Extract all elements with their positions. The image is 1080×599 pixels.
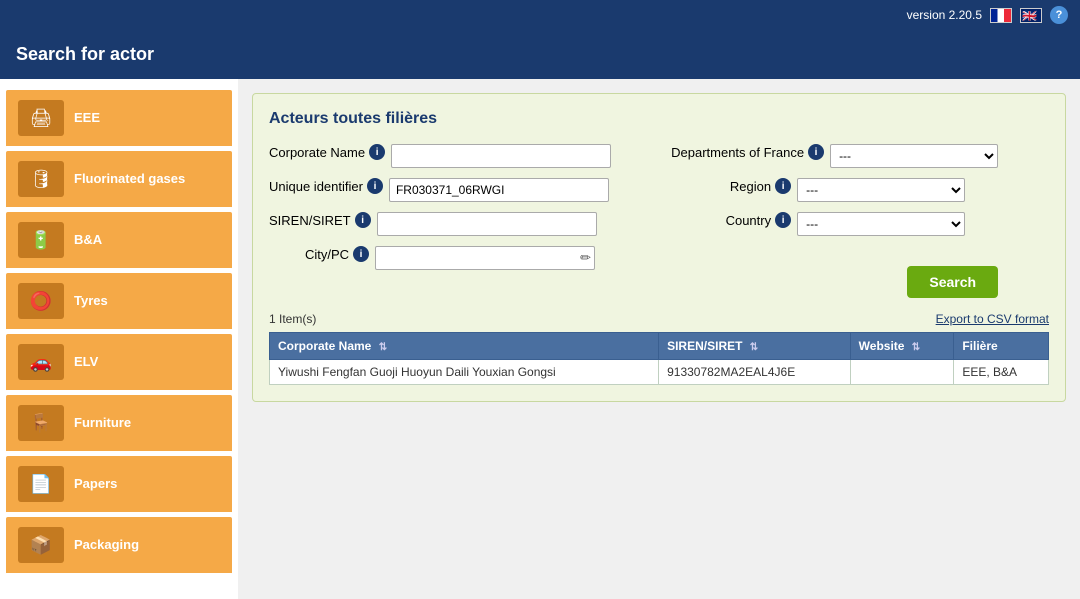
unique-identifier-input[interactable] [389,178,609,202]
panel-title: Acteurs toutes filières [269,110,1049,128]
search-button[interactable]: Search [907,266,998,298]
sidebar-item-papers[interactable]: 📄 Papers [6,456,232,514]
city-input[interactable] [375,246,595,270]
table-row: Yiwushi Fengfan Guoji Huoyun Daili Youxi… [270,360,1049,385]
city-edit-icon[interactable]: ✏ [580,250,591,266]
city-info-icon[interactable]: i [353,246,369,262]
departments-group: Departments of France i --- [671,144,998,168]
country-select[interactable]: --- [797,212,965,236]
region-info-icon[interactable]: i [775,178,791,194]
sidebar-label-tyres: Tyres [74,293,108,309]
sidebar-item-elv[interactable]: 🚗 ELV [6,334,232,392]
sidebar-icon-elv: 🚗 [18,344,64,380]
siren-input[interactable] [377,212,597,236]
unique-identifier-group: Unique identifier i [269,178,611,202]
city-group: City/PC i ✏ [269,246,611,270]
sidebar-label-ba: B&A [74,232,102,248]
export-csv-link[interactable]: Export to CSV format [936,312,1049,326]
sidebar-icon-fluorinated-gases: 🛢 [18,161,64,197]
sidebar-icon-packaging: 📦 [18,527,64,563]
results-header: 1 Item(s) Export to CSV format [269,312,1049,326]
sidebar-label-packaging: Packaging [74,537,139,553]
sidebar-icon-EEE: 🖨 [18,100,64,136]
corporate-name-input[interactable] [391,144,611,168]
region-group: Region i --- [671,178,998,202]
help-icon[interactable]: ? [1050,6,1068,24]
unique-identifier-info-icon[interactable]: i [367,178,383,194]
sidebar-label-elv: ELV [74,354,98,370]
sort-website-icon[interactable]: ⇅ [912,342,920,353]
sidebar-icon-furniture: 🪑 [18,405,64,441]
sort-corporate-name-icon[interactable]: ⇅ [379,342,387,353]
col-siren-siret-label: SIREN/SIRET [667,339,742,353]
version-label: version 2.20.5 [907,8,982,22]
sidebar-item-packaging[interactable]: 📦 Packaging [6,517,232,575]
sidebar-icon-papers: 📄 [18,466,64,502]
corporate-name-label: Corporate Name [269,145,365,160]
english-flag-icon[interactable] [1020,8,1042,23]
col-website-label: Website [859,339,905,353]
content-area: Acteurs toutes filières Corporate Name i [238,79,1080,599]
col-corporate-name-label: Corporate Name [278,339,371,353]
cell-siren-0: 91330782MA2EAL4J6E [659,360,851,385]
col-filiere-label: Filière [962,339,997,353]
cell-corporate-name-0: Yiwushi Fengfan Guoji Huoyun Daili Youxi… [270,360,659,385]
departments-info-icon[interactable]: i [808,144,824,160]
sidebar-icon-ba: 🔋 [18,222,64,258]
city-label: City/PC [305,247,349,262]
cell-website-0 [850,360,954,385]
col-website[interactable]: Website ⇅ [850,333,954,360]
unique-identifier-label: Unique identifier [269,179,363,194]
country-label: Country [726,213,772,228]
col-corporate-name[interactable]: Corporate Name ⇅ [270,333,659,360]
siren-label: SIREN/SIRET [269,213,351,228]
col-filiere[interactable]: Filière [954,333,1049,360]
search-panel: Acteurs toutes filières Corporate Name i [252,93,1066,402]
main-layout: 🖨 EEE 🛢 Fluorinated gases 🔋 B&A ⭕ Tyres … [0,79,1080,599]
sidebar-item-ba[interactable]: 🔋 B&A [6,212,232,270]
top-bar: version 2.20.5 ? [0,0,1080,30]
sidebar-icon-tyres: ⭕ [18,283,64,319]
french-flag-icon[interactable] [990,8,1012,23]
sidebar-label-fluorinated-gases: Fluorinated gases [74,171,185,187]
departments-label: Departments of France [671,145,804,160]
sidebar-label-papers: Papers [74,476,117,492]
region-label: Region [730,179,771,194]
country-group: Country i --- [671,212,998,236]
sidebar-item-fluorinated-gases[interactable]: 🛢 Fluorinated gases [6,151,232,209]
sidebar-item-EEE[interactable]: 🖨 EEE [6,90,232,148]
sidebar-item-furniture[interactable]: 🪑 Furniture [6,395,232,453]
page-header: Search for actor [0,30,1080,79]
sort-siren-icon[interactable]: ⇅ [750,342,758,353]
corporate-name-info-icon[interactable]: i [369,144,385,160]
sidebar-label-EEE: EEE [74,110,100,126]
sidebar-item-tyres[interactable]: ⭕ Tyres [6,273,232,331]
siren-info-icon[interactable]: i [355,212,371,228]
search-btn-row: Search [671,254,998,298]
country-info-icon[interactable]: i [775,212,791,228]
city-input-wrapper: ✏ [375,246,595,270]
items-count: 1 Item(s) [269,312,316,326]
page-title: Search for actor [16,44,154,64]
results-table: Corporate Name ⇅ SIREN/SIRET ⇅ Website ⇅ [269,332,1049,385]
cell-filiere-0: EEE, B&A [954,360,1049,385]
table-header-row: Corporate Name ⇅ SIREN/SIRET ⇅ Website ⇅ [270,333,1049,360]
sidebar-label-furniture: Furniture [74,415,131,431]
region-select[interactable]: --- [797,178,965,202]
col-siren-siret[interactable]: SIREN/SIRET ⇅ [659,333,851,360]
sidebar: 🖨 EEE 🛢 Fluorinated gases 🔋 B&A ⭕ Tyres … [0,79,238,599]
corporate-name-group: Corporate Name i [269,144,611,168]
departments-select[interactable]: --- [830,144,998,168]
siren-group: SIREN/SIRET i [269,212,611,236]
